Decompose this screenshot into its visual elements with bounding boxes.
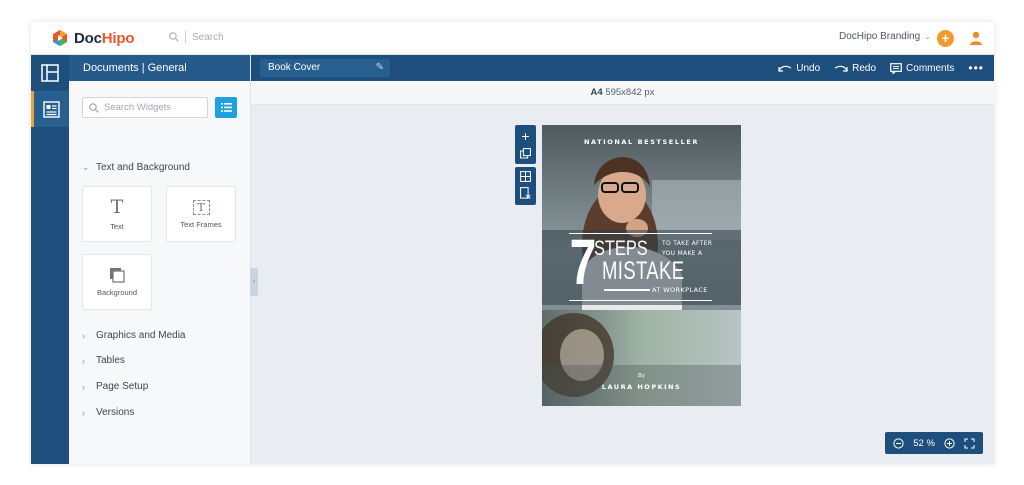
widget-tile-label: Text — [110, 221, 124, 231]
page-tools-grid — [515, 167, 536, 205]
dochipo-logo[interactable]: DocHipo — [51, 29, 134, 47]
brand-select-label: DocHipo Branding — [839, 31, 921, 42]
zoom-in-icon[interactable] — [944, 437, 955, 449]
grid-icon[interactable] — [520, 171, 531, 182]
chevron-right-icon: › — [82, 381, 85, 392]
widget-tile-label: Text Frames — [180, 219, 222, 229]
cover-at-workplace: AT WORKPLACE — [652, 286, 708, 294]
page-size-name: A4 — [590, 87, 603, 98]
cover-line2: YOU MAKE A — [662, 250, 703, 257]
widget-tile-label: Background — [96, 288, 138, 297]
widget-search-placeholder: Search Widgets — [104, 102, 172, 113]
document-name: Book Cover — [268, 62, 321, 73]
widget-search-input[interactable]: Search Widgets — [82, 97, 208, 118]
top-bar: DocHipo Search DocHipo Branding ⌄ + — [31, 22, 994, 55]
layout-icon — [41, 64, 59, 82]
section-label: Versions — [96, 407, 135, 418]
comments-button[interactable]: Comments — [890, 63, 954, 74]
pencil-icon[interactable]: ✎ — [376, 59, 384, 77]
redo-label: Redo — [852, 62, 877, 74]
section-page-setup[interactable]: › Page Setup — [82, 381, 148, 392]
undo-label: Undo — [796, 62, 821, 74]
comments-label: Comments — [906, 62, 955, 74]
logo-suffix: Hipo — [101, 29, 135, 47]
chevron-right-icon: › — [82, 407, 85, 418]
panel-breadcrumb[interactable]: Documents | General — [69, 55, 250, 81]
search-separator — [185, 31, 186, 43]
zoom-control: 52 % — [885, 432, 983, 454]
app-window: DocHipo Search DocHipo Branding ⌄ + Docu… — [31, 22, 994, 464]
duplicate-page-icon[interactable] — [520, 148, 531, 159]
list-icon — [220, 103, 232, 112]
plus-icon: + — [941, 30, 950, 46]
document-name-field[interactable]: Book Cover ✎ — [260, 59, 390, 77]
zoom-unit: % — [926, 437, 935, 449]
widget-tile-text[interactable]: T Text — [82, 186, 152, 242]
book-cover-page[interactable]: NATIONAL BESTSELLER 7 STEPS TO TAKE AFTE… — [542, 125, 741, 406]
delete-page-icon[interactable] — [520, 187, 531, 199]
undo-button[interactable]: Undo — [778, 63, 820, 74]
cover-tagline: NATIONAL BESTSELLER — [584, 138, 699, 146]
cover-author: LAURA HOPKINS — [601, 383, 682, 391]
cover-mistake: MISTAKE — [602, 257, 685, 285]
canvas-area: Book Cover ✎ Undo Redo Comments ••• A4 5… — [251, 55, 994, 464]
logo-mark-icon — [53, 30, 67, 46]
rail-item-widgets[interactable] — [31, 91, 69, 127]
fullscreen-icon[interactable] — [964, 438, 975, 449]
page-size-dims: 595x842 px — [605, 87, 655, 98]
section-label: Graphics and Media — [96, 330, 186, 341]
chevron-down-icon: ⌄ — [924, 32, 931, 41]
toolbar-actions: Undo Redo Comments ••• — [778, 55, 994, 81]
zoom-value: 52 — [913, 437, 924, 449]
widgets-panel: Documents | General Search Widgets ⌄ Tex… — [69, 55, 251, 464]
page-tools-add: + — [515, 125, 536, 164]
cover-by: By — [637, 373, 646, 379]
widget-tile-background[interactable]: Background — [82, 254, 152, 310]
section-graphics-and-media[interactable]: › Graphics and Media — [82, 330, 186, 341]
section-label: Page Setup — [96, 381, 149, 392]
page-size-bar: A4 595x842 px — [251, 81, 994, 105]
redo-button[interactable]: Redo — [834, 63, 876, 74]
widget-tile-text-frames[interactable]: T Text Frames — [166, 186, 236, 242]
section-tables[interactable]: › Tables — [82, 355, 125, 366]
chevron-down-icon: ⌄ — [82, 162, 90, 172]
cover-title-bottom-rule — [569, 300, 712, 301]
zoom-level[interactable]: 52 % — [913, 438, 935, 449]
add-page-icon[interactable]: + — [521, 129, 529, 143]
chevron-right-icon: › — [82, 355, 85, 366]
document-toolbar: Book Cover ✎ Undo Redo Comments ••• — [251, 55, 994, 81]
undo-icon — [778, 65, 792, 72]
list-view-button[interactable] — [215, 97, 237, 118]
section-label: Tables — [96, 355, 125, 366]
redo-icon — [834, 65, 848, 72]
cover-line1: TO TAKE AFTER — [662, 240, 713, 247]
create-new-button[interactable]: + — [937, 30, 954, 47]
cover-underline — [604, 289, 650, 291]
top-search-placeholder: Search — [192, 31, 224, 43]
logo-prefix: Doc — [74, 29, 102, 47]
logo-wordmark: DocHipo — [74, 30, 134, 47]
search-icon — [169, 32, 179, 42]
zoom-out-icon[interactable] — [893, 437, 905, 449]
text-icon: T — [110, 195, 124, 218]
comment-icon — [890, 62, 902, 74]
left-rail — [31, 55, 69, 464]
rail-item-layouts[interactable] — [31, 55, 69, 91]
chevron-right-icon: › — [82, 330, 85, 341]
more-options-icon[interactable]: ••• — [968, 61, 984, 75]
section-text-and-background[interactable]: ⌄ Text and Background — [82, 162, 190, 173]
user-icon[interactable] — [968, 30, 984, 46]
text-frame-icon: T — [192, 199, 210, 215]
brand-select[interactable]: DocHipo Branding ⌄ — [839, 31, 931, 42]
top-search[interactable]: Search — [169, 31, 224, 43]
widgets-icon — [43, 100, 60, 118]
section-versions[interactable]: › Versions — [82, 407, 134, 418]
section-label: Text and Background — [96, 162, 190, 173]
background-icon — [110, 268, 125, 283]
search-icon — [89, 102, 99, 113]
